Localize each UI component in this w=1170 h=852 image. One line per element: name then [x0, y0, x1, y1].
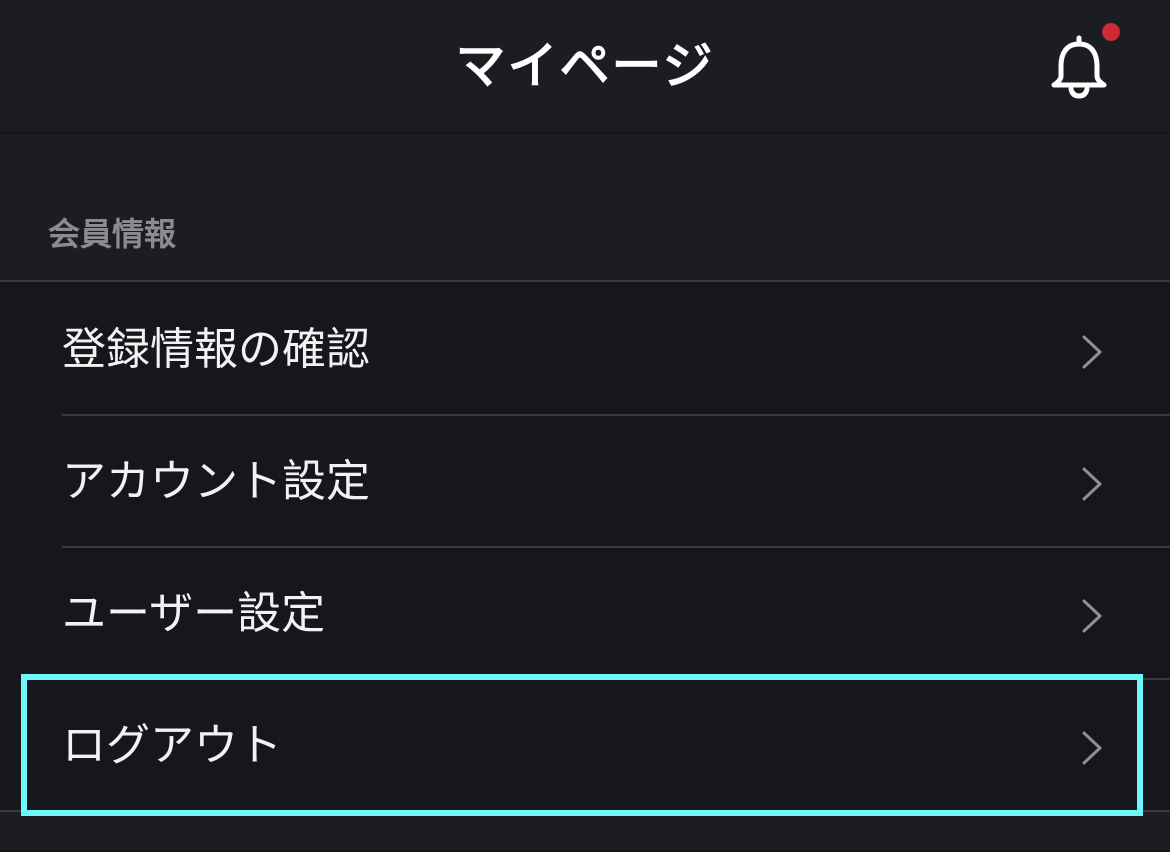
chevron-right-icon [1082, 599, 1102, 633]
page-title: マイページ [455, 37, 715, 95]
menu-item-label: ログアウト [62, 720, 282, 771]
chevron-right-icon [1082, 467, 1102, 501]
menu-item-user-settings[interactable]: ユーザー設定 [0, 548, 1170, 680]
menu-item-logout[interactable]: ログアウト [0, 680, 1170, 812]
footer-strip [0, 812, 1170, 850]
menu-item-registration-info[interactable]: 登録情報の確認 [0, 284, 1170, 416]
section-header [0, 134, 1170, 280]
bell-icon [1051, 35, 1107, 99]
notification-badge [1102, 23, 1120, 41]
chevron-right-icon [1082, 335, 1102, 369]
chevron-right-icon [1082, 731, 1102, 765]
menu-item-label: ユーザー設定 [62, 588, 326, 639]
menu-item-account-settings[interactable]: アカウント設定 [0, 416, 1170, 548]
menu-item-label: アカウント設定 [62, 456, 370, 507]
app-header: マイページ [0, 0, 1170, 134]
notification-button[interactable] [1044, 30, 1114, 100]
settings-menu-list: 登録情報の確認 アカウント設定 ユーザー設定 ログアウト [0, 280, 1170, 852]
section-title: 会員情報 [48, 215, 177, 253]
menu-item-label: 登録情報の確認 [62, 324, 370, 375]
